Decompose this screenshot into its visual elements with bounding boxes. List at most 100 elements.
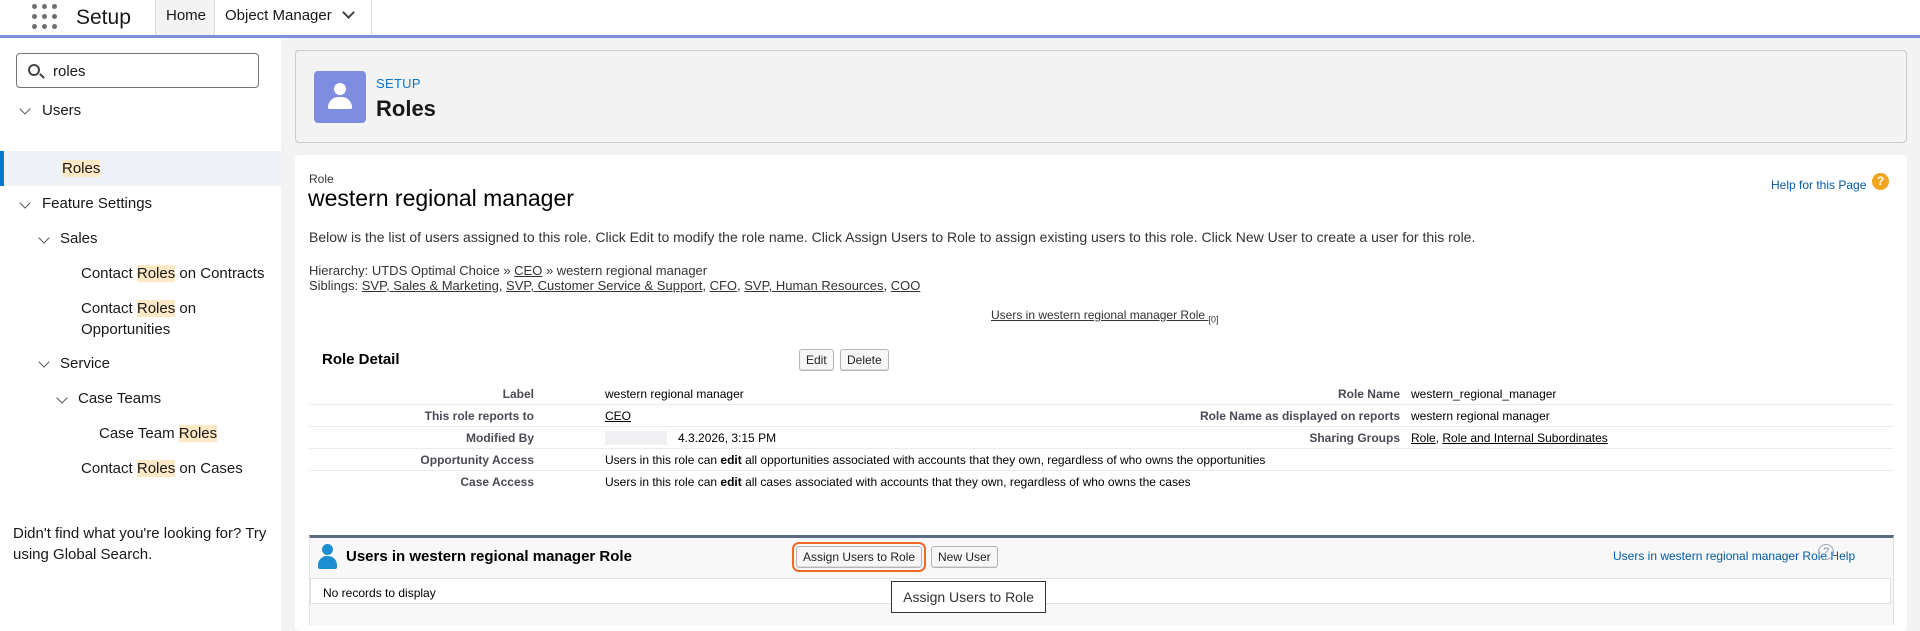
delete-button[interactable]: Delete xyxy=(840,349,889,371)
tree-selected-highlight xyxy=(0,151,281,186)
tree-item-sales[interactable]: Sales xyxy=(60,228,98,249)
sidebar-divider xyxy=(281,38,295,631)
access-level: edit xyxy=(720,475,742,489)
tree-item-case-teams[interactable]: Case Teams xyxy=(78,388,161,409)
users-count: [0] xyxy=(1208,314,1219,325)
quick-find-box[interactable] xyxy=(16,53,259,88)
quick-find-input[interactable] xyxy=(53,60,248,82)
redacted-user xyxy=(605,431,667,445)
sibling-link[interactable]: CFO xyxy=(710,278,737,293)
access-text: all opportunities associated with accoun… xyxy=(741,453,1266,467)
tab-object-manager-label: Object Manager xyxy=(225,7,332,24)
role-name-value: western_regional_manager xyxy=(1411,387,1557,401)
sharing-role-internal-link[interactable]: Role and Internal Subordinates xyxy=(1442,431,1607,445)
detail-row: Modified By 4.3.2026, 3:15 PM Sharing Gr… xyxy=(309,427,1894,449)
access-text: all cases associated with accounts that … xyxy=(741,475,1191,489)
role-detail-title: Role Detail xyxy=(322,351,400,368)
page-header: SETUP Roles xyxy=(295,50,1907,143)
user-icon xyxy=(316,544,338,570)
sharing-groups-value: Role, Role and Internal Subordinates xyxy=(1411,431,1608,445)
chevron-down-icon[interactable] xyxy=(341,6,355,19)
sibling-link[interactable]: SVP, Sales & Marketing xyxy=(362,278,499,293)
user-icon xyxy=(314,71,366,123)
hierarchy-line: Hierarchy: UTDS Optimal Choice » CEO » w… xyxy=(309,263,707,278)
label-label: Label xyxy=(502,387,534,401)
chevron-down-icon[interactable] xyxy=(19,197,31,209)
tree-item-text: Contact xyxy=(81,300,137,317)
access-text: Users in this role can xyxy=(605,475,721,489)
sibling-link[interactable]: SVP, Human Resources xyxy=(744,278,883,293)
tree-item-text: Contact xyxy=(81,265,137,282)
tab-home[interactable]: Home xyxy=(155,0,214,35)
assign-users-to-role-button[interactable]: Assign Users to Role xyxy=(791,542,927,572)
breadcrumb[interactable]: SETUP xyxy=(376,76,421,91)
role-name-label: Role Name xyxy=(1337,387,1400,401)
search-icon xyxy=(28,64,40,76)
related-list-title: Users in western regional manager Role xyxy=(346,548,632,565)
tree-item-roles[interactable]: Roles xyxy=(62,158,101,179)
detail-row: Opportunity Access Users in this role ca… xyxy=(309,449,1894,471)
modified-date: 4.3.2026, 3:15 PM xyxy=(678,431,777,445)
tree-item-feature-settings[interactable]: Feature Settings xyxy=(42,193,152,214)
role-name-heading: western regional manager xyxy=(308,185,574,211)
tree-item-users[interactable]: Users xyxy=(42,100,81,121)
hierarchy-prefix: Hierarchy: UTDS Optimal Choice » xyxy=(309,263,515,278)
access-level: edit xyxy=(720,453,742,467)
tree-item-text: Contact xyxy=(81,460,137,477)
setup-sidebar: Users Roles Feature Settings Sales Conta… xyxy=(0,38,281,631)
app-launcher-icon[interactable] xyxy=(32,4,58,30)
help-for-page-link[interactable]: Help for this Page xyxy=(1771,178,1866,192)
opportunity-access-value: Users in this role can edit all opportun… xyxy=(605,453,1265,467)
tree-item-highlight: Roles xyxy=(178,425,218,442)
tree-item-highlight: Roles xyxy=(136,460,176,477)
role-type-label: Role xyxy=(309,172,334,186)
tree-item-service[interactable]: Service xyxy=(60,353,110,374)
modified-by-label: Modified By xyxy=(466,431,534,445)
tab-home-label: Home xyxy=(166,7,207,24)
tree-item-text: on Contracts xyxy=(175,265,265,282)
chevron-down-icon[interactable] xyxy=(38,232,50,244)
label-value: western regional manager xyxy=(605,387,744,401)
role-content: Role western regional manager Help for t… xyxy=(295,155,1907,631)
reports-to-label: This role reports to xyxy=(424,409,534,423)
case-access-value: Users in this role can edit all cases as… xyxy=(605,475,1191,489)
chevron-down-icon[interactable] xyxy=(38,356,50,368)
edit-button[interactable]: Edit xyxy=(799,349,834,371)
users-related-list: Users in western regional manager Role A… xyxy=(309,535,1894,625)
page-title: Roles xyxy=(376,96,436,121)
help-icon[interactable]: ? xyxy=(1818,544,1834,560)
tree-item-text: Opportunities xyxy=(81,321,171,338)
chevron-down-icon[interactable] xyxy=(19,103,31,115)
role-reports-value: western regional manager xyxy=(1411,409,1550,423)
tooltip: Assign Users to Role xyxy=(891,581,1046,613)
users-in-role-link[interactable]: Users in western regional manager Role [… xyxy=(991,308,1218,324)
no-records-message: No records to display xyxy=(310,578,1891,604)
sibling-link[interactable]: COO xyxy=(891,278,921,293)
sharing-groups-label: Sharing Groups xyxy=(1309,431,1400,445)
sharing-role-link[interactable]: Role xyxy=(1411,431,1436,445)
tree-item-text: on xyxy=(175,300,197,317)
tree-item-contact-roles-opportunities[interactable]: Contact Roles on Opportunities xyxy=(81,298,271,340)
hierarchy-ceo-link[interactable]: CEO xyxy=(514,263,542,278)
help-icon[interactable]: ? xyxy=(1872,173,1889,190)
tab-object-manager[interactable]: Object Manager xyxy=(214,0,372,35)
role-description: Below is the list of users assigned to t… xyxy=(309,229,1476,245)
new-user-button[interactable]: New User xyxy=(931,546,998,568)
global-header: Setup Home Object Manager xyxy=(0,0,1920,38)
chevron-down-icon[interactable] xyxy=(56,392,68,404)
users-in-role-link-text: Users in western regional manager Role xyxy=(991,308,1206,322)
tree-item-case-team-roles[interactable]: Case Team Roles xyxy=(99,423,218,444)
tree-item-highlight: Roles xyxy=(136,265,176,282)
siblings-line: Siblings: SVP, Sales & Marketing, SVP, C… xyxy=(309,278,921,293)
detail-row: Label western regional manager Role Name… xyxy=(309,383,1894,405)
case-access-label: Case Access xyxy=(460,475,534,489)
tree-item-text: on Cases xyxy=(175,460,243,477)
reports-to-link[interactable]: CEO xyxy=(605,409,631,423)
opportunity-access-label: Opportunity Access xyxy=(420,453,534,467)
tree-item-contact-roles-contracts[interactable]: Contact Roles on Contracts xyxy=(81,263,264,284)
sibling-link[interactable]: SVP, Customer Service & Support xyxy=(506,278,702,293)
detail-row: This role reports to CEO Role Name as di… xyxy=(309,405,1894,427)
siblings-prefix: Siblings: xyxy=(309,278,362,293)
tree-item-contact-roles-cases[interactable]: Contact Roles on Cases xyxy=(81,458,243,479)
role-reports-label: Role Name as displayed on reports xyxy=(1199,409,1400,423)
